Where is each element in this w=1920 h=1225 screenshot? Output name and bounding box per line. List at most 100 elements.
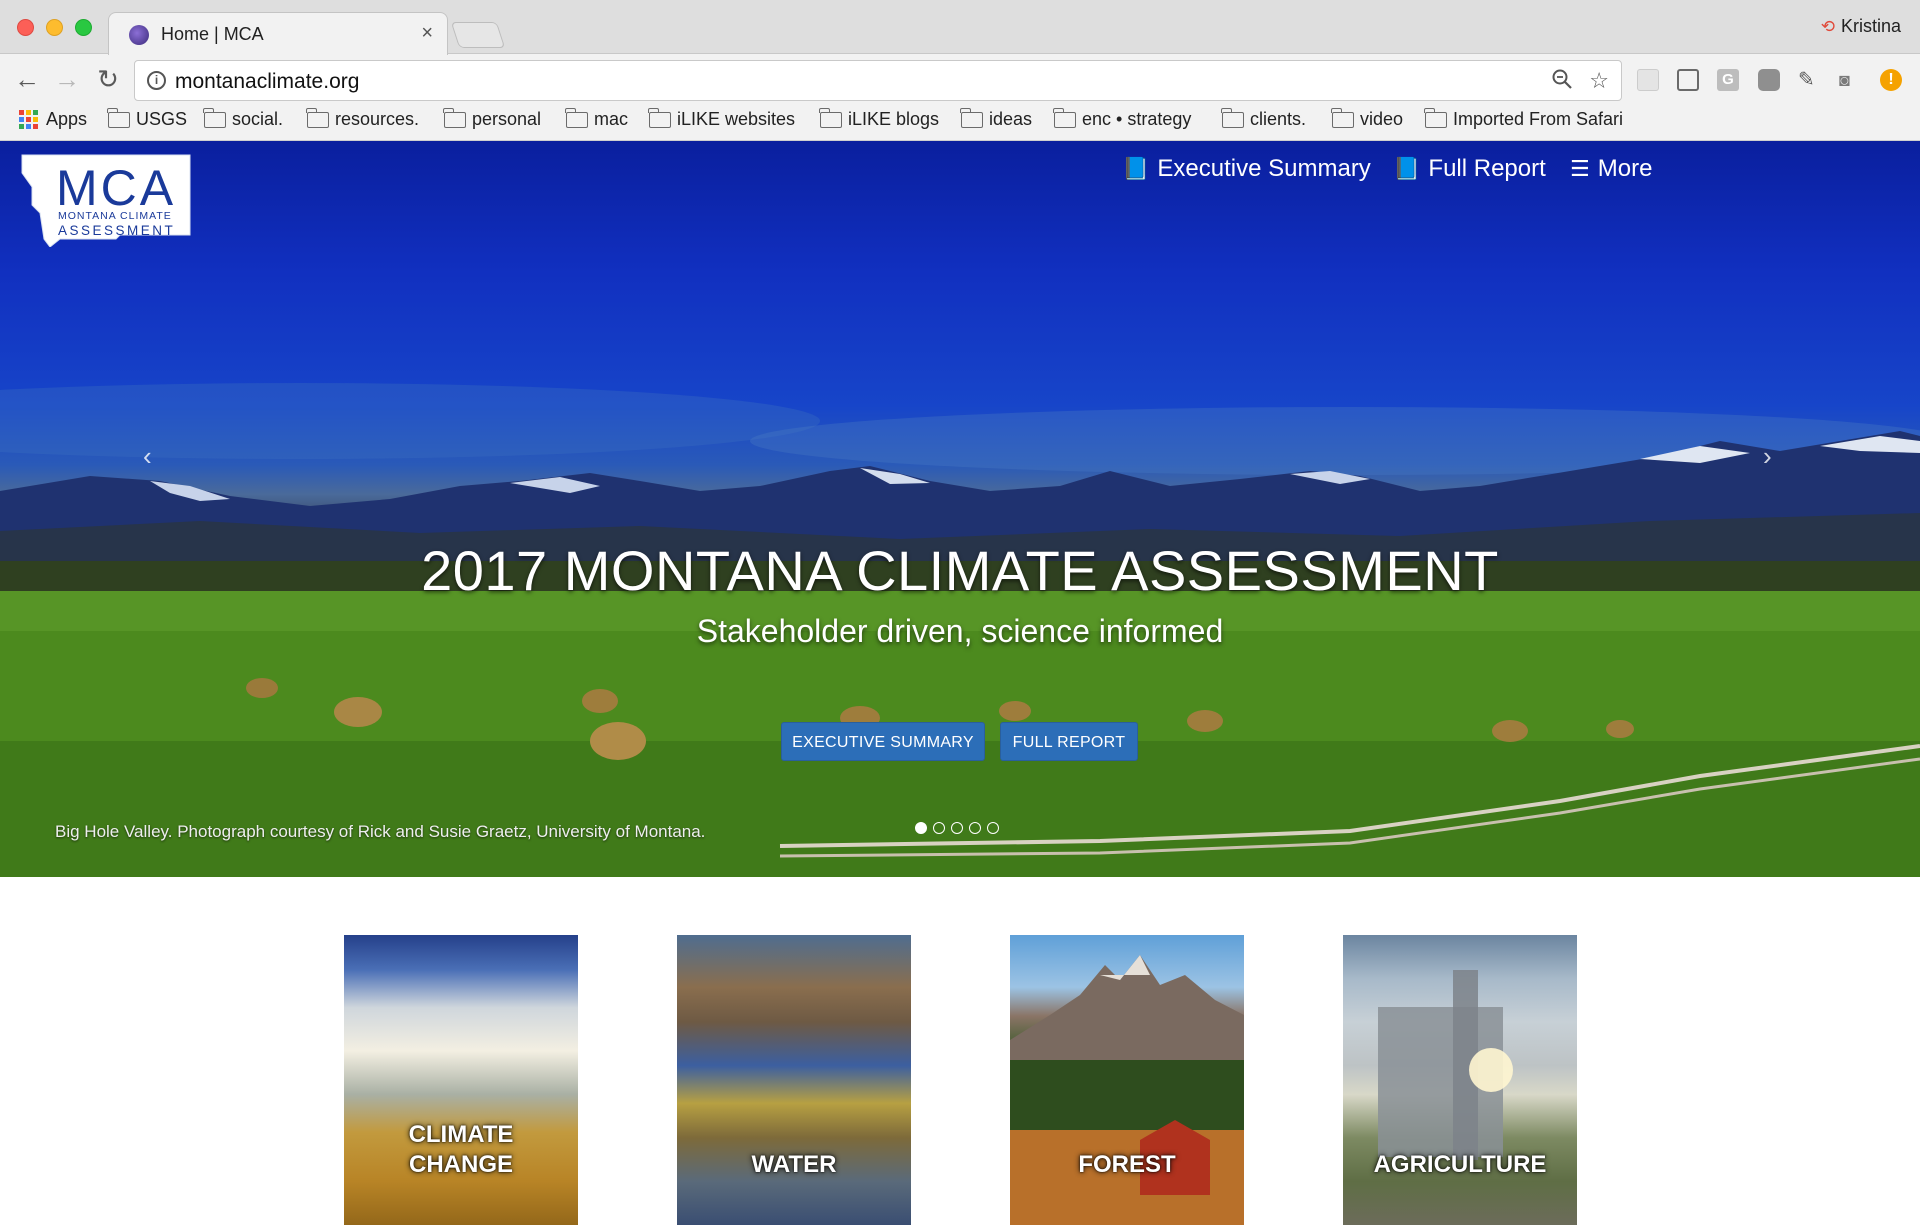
bookmark-label: video <box>1360 109 1404 129</box>
hero-subtitle: Stakeholder driven, science informed <box>696 613 1224 649</box>
bookmark-ideas[interactable]: ideas <box>960 107 1033 130</box>
bookmark-label: USGS <box>136 109 188 129</box>
tile-label-line-2: CHANGE <box>408 1151 513 1178</box>
carousel-dot[interactable] <box>969 822 981 834</box>
bookmark-label: iLIKE blogs <box>848 109 940 129</box>
reload-icon[interactable]: ↻ <box>93 64 123 95</box>
browser-toolbar: ← → ↻ i montanaclimate.org ☆ G ✎ ◙ ! <box>0 55 1920 105</box>
carousel-next-icon[interactable]: › <box>1763 441 1772 472</box>
extension-note-icon[interactable] <box>1758 69 1780 91</box>
bookmark-imported-from-safari[interactable]: Imported From Safari <box>1424 107 1624 130</box>
bookmark-personal[interactable]: personal <box>443 107 542 130</box>
tile-water[interactable]: WATER <box>677 935 911 1225</box>
folder-icon <box>565 107 588 128</box>
folder-icon <box>1331 107 1354 128</box>
forward-arrow-icon[interactable]: → <box>52 64 82 95</box>
bookmark-mac[interactable]: mac <box>565 107 629 130</box>
bookmark-social[interactable]: social. <box>203 107 284 130</box>
profile-name: Kristina <box>1840 16 1901 36</box>
logo-line-1: MONTANA CLIMATE <box>58 210 172 222</box>
hero-title: 2017 MONTANA CLIMATE ASSESSMENT <box>421 539 1499 602</box>
nav-label: More <box>1597 155 1653 182</box>
nav-executive-summary[interactable]: 📘 Executive Summary <box>1122 155 1371 183</box>
bookmark-label: Imported From Safari <box>1453 109 1624 129</box>
bookmark-label: social. <box>232 109 284 129</box>
tile-label-line-1: CLIMATE <box>408 1121 514 1148</box>
nav-label: Full Report <box>1428 155 1546 182</box>
carousel-dot[interactable] <box>951 822 963 834</box>
tab-close-icon[interactable]: × <box>421 22 433 45</box>
camera-icon[interactable]: ◙ <box>1839 69 1861 91</box>
tile-label: FOREST <box>1078 1151 1176 1178</box>
logo-acronym: MCA <box>56 160 177 216</box>
url-text[interactable]: montanaclimate.org <box>175 70 359 94</box>
bookmark-enc-strategy[interactable]: enc • strategy <box>1053 107 1192 130</box>
bookmark-usgs[interactable]: USGS <box>107 107 188 130</box>
address-bar[interactable]: i montanaclimate.org ☆ <box>134 60 1622 101</box>
eyedropper-icon[interactable]: ✎ <box>1798 69 1820 91</box>
bookmark-ilike-blogs[interactable]: iLIKE blogs <box>819 107 940 130</box>
bookmark-ilike-websites[interactable]: iLIKE websites <box>648 107 795 130</box>
hero-carousel: MCA MONTANA CLIMATE ASSESSMENT 📘 Executiv… <box>0 141 1920 877</box>
folder-icon <box>1424 107 1447 128</box>
nav-full-report[interactable]: 📘 Full Report <box>1393 155 1546 183</box>
bookmark-label: resources. <box>335 109 420 129</box>
extension-blank-icon[interactable] <box>1637 69 1659 91</box>
hamburger-icon: ☰ <box>1570 156 1590 181</box>
bookmarks-bar: Apps USGS social. resources. personal ma… <box>0 105 1920 141</box>
folder-icon <box>819 107 842 128</box>
tile-label: AGRICULTURE <box>1373 1151 1547 1178</box>
bookmark-star-icon[interactable]: ☆ <box>1589 68 1609 94</box>
apps-grid-icon <box>19 110 38 129</box>
folder-icon <box>648 107 671 128</box>
hero-landscape-image <box>0 383 1920 877</box>
bookmark-label: enc • strategy <box>1082 109 1192 129</box>
book-icon: 📘 <box>1393 156 1421 181</box>
bookmark-label: Apps <box>46 109 88 129</box>
back-arrow-icon[interactable]: ← <box>12 64 42 95</box>
profile-button[interactable]: ⟲ Kristina <box>1821 16 1901 37</box>
book-icon: 📘 <box>1122 156 1150 181</box>
bookmark-clients[interactable]: clients. <box>1221 107 1306 130</box>
zoom-icon[interactable] <box>1551 68 1573 96</box>
folder-icon <box>107 107 130 128</box>
bookmark-apps[interactable]: Apps <box>19 109 87 130</box>
folder-icon <box>1221 107 1244 128</box>
tab-title: Home | MCA <box>161 24 264 44</box>
carousel-dot[interactable] <box>933 822 945 834</box>
maximize-window-button[interactable] <box>75 19 92 36</box>
photo-caption: Big Hole Valley. Photograph courtesy of … <box>55 822 706 841</box>
close-window-button[interactable] <box>17 19 34 36</box>
tile-agriculture[interactable]: AGRICULTURE <box>1343 935 1577 1225</box>
browser-chrome: Home | MCA × ⟲ Kristina ← → ↻ i montanacl… <box>0 0 1920 141</box>
bookmark-label: ideas <box>989 109 1033 129</box>
bookmark-resources[interactable]: resources. <box>306 107 420 130</box>
tile-forest[interactable]: FOREST <box>1010 935 1244 1225</box>
folder-icon <box>1053 107 1076 128</box>
bookmark-label: mac <box>594 109 629 129</box>
sync-icon: ⟲ <box>1820 17 1835 36</box>
site-favicon-icon <box>129 25 149 45</box>
extension-g-icon[interactable]: G <box>1717 69 1739 91</box>
new-tab-button[interactable] <box>450 22 506 48</box>
folder-icon <box>960 107 983 128</box>
site-info-icon[interactable]: i <box>147 71 166 90</box>
full-report-button[interactable]: FULL REPORT <box>1000 722 1138 761</box>
bookmark-label: personal <box>472 109 542 129</box>
mca-logo[interactable]: MCA MONTANA CLIMATE ASSESSMENT <box>20 153 192 247</box>
grain-elevator-image <box>1378 970 1513 1160</box>
nav-more[interactable]: ☰ More <box>1570 155 1652 183</box>
carousel-dot[interactable] <box>915 822 927 834</box>
logo-line-2: ASSESSMENT <box>58 223 176 238</box>
carousel-dot[interactable] <box>987 822 999 834</box>
tile-climate-change[interactable]: CLIMATE CHANGE <box>344 935 578 1225</box>
forest-photo-image <box>1010 955 1244 1225</box>
minimize-window-button[interactable] <box>46 19 63 36</box>
browser-tab[interactable]: Home | MCA × <box>108 12 448 55</box>
tab-strip: Home | MCA × ⟲ Kristina <box>0 0 1920 55</box>
carousel-prev-icon[interactable]: ‹ <box>143 441 152 472</box>
bookmark-video[interactable]: video <box>1331 107 1404 130</box>
extension-layout-icon[interactable] <box>1677 69 1699 91</box>
executive-summary-button[interactable]: EXECUTIVE SUMMARY <box>781 722 985 761</box>
alert-icon[interactable]: ! <box>1880 69 1902 91</box>
